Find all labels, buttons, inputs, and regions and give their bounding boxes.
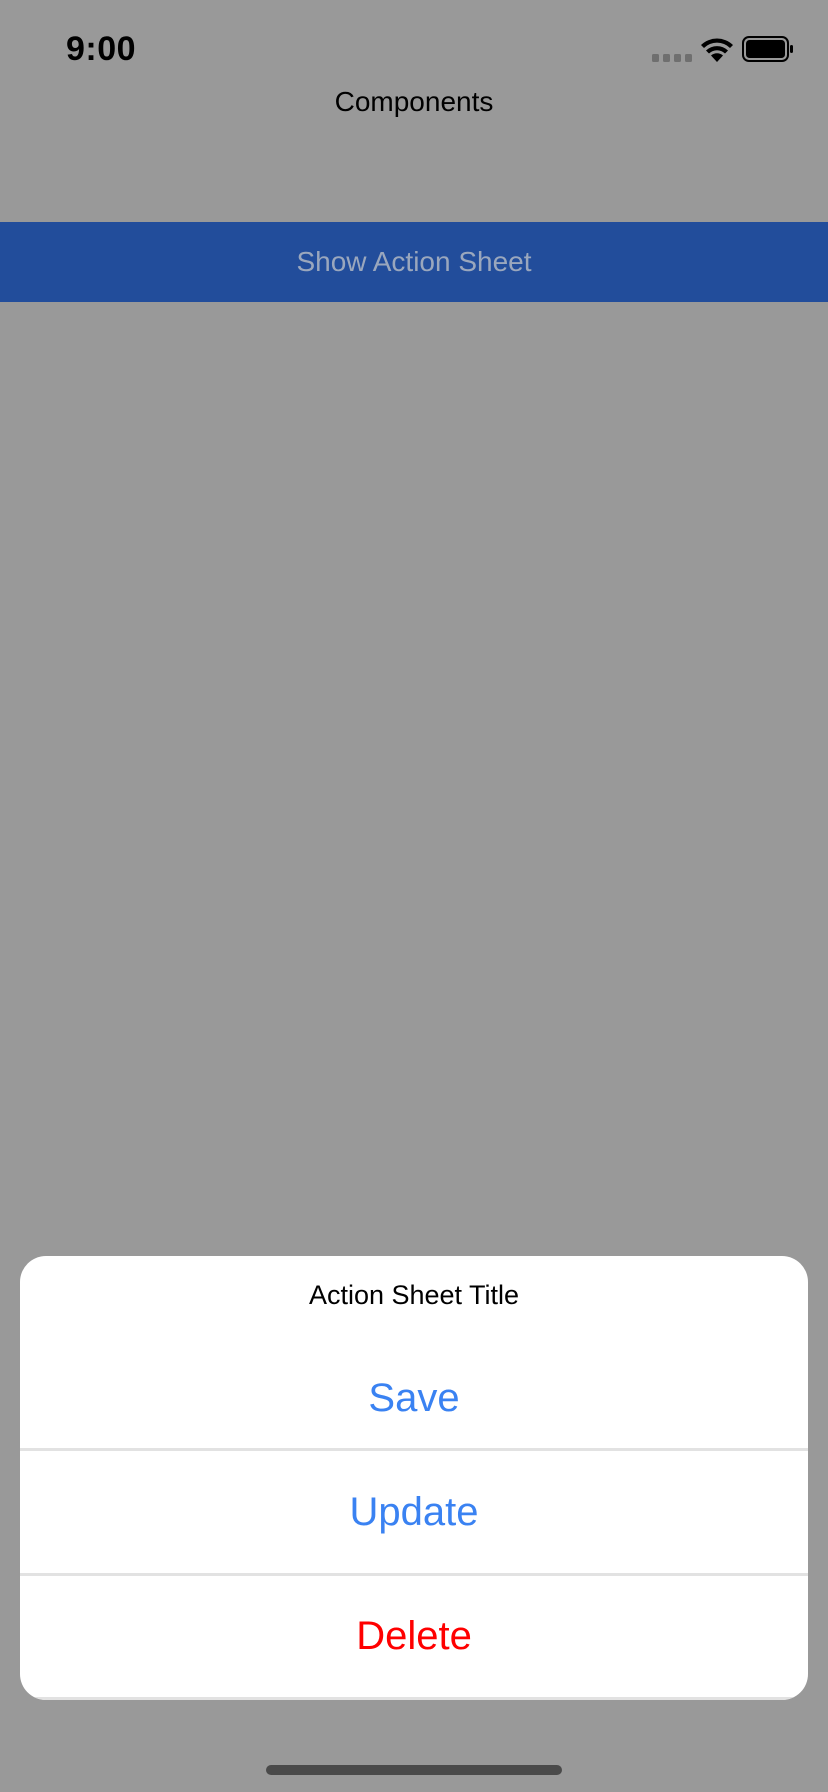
update-option[interactable]: Update xyxy=(20,1452,808,1572)
option-divider xyxy=(20,1448,808,1451)
signal-icon xyxy=(652,54,692,62)
home-indicator[interactable] xyxy=(266,1765,562,1775)
delete-option[interactable]: Delete xyxy=(20,1576,808,1696)
action-sheet-title: Action Sheet Title xyxy=(308,1280,520,1310)
page-title: Components xyxy=(334,86,494,117)
wifi-icon xyxy=(701,38,733,62)
option-divider xyxy=(20,1697,808,1700)
show-action-sheet-button[interactable]: Show Action Sheet xyxy=(0,222,828,302)
save-option[interactable]: Save xyxy=(20,1352,808,1444)
status-bar: 9:00 xyxy=(0,0,828,100)
action-sheet: Action Sheet Title Save Update Delete xyxy=(20,1256,808,1700)
status-time: 9:00 xyxy=(66,30,137,68)
battery-icon xyxy=(742,36,793,62)
